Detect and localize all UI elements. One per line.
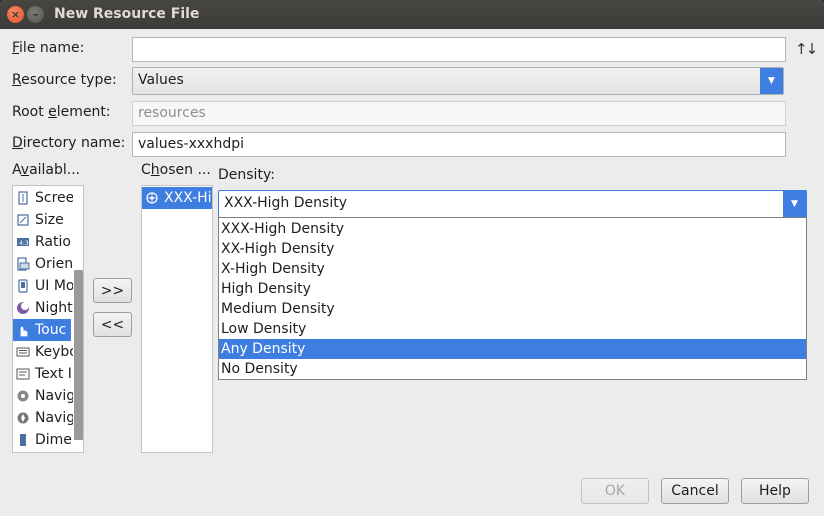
available-item[interactable]: Orien <box>13 253 74 275</box>
directory-name-label: Directory name: <box>12 135 125 151</box>
navigation-method-icon <box>16 411 30 425</box>
available-item-label: Text I <box>35 366 72 382</box>
minimize-window-button[interactable]: – <box>27 6 44 23</box>
keyboard-icon <box>16 345 30 359</box>
available-item-label: Size <box>35 212 64 228</box>
available-item[interactable]: Scree <box>13 187 75 209</box>
directory-name-label-text: irectory name: <box>22 135 126 151</box>
svg-text:4:3: 4:3 <box>19 240 29 247</box>
chosen-mnemonic: h <box>150 162 160 178</box>
orientation-icon <box>16 257 30 271</box>
density-select[interactable]: XXX-High Density ▼ <box>218 190 807 218</box>
root-element-label: Root element: <box>12 104 111 120</box>
ui-mode-icon <box>16 279 30 293</box>
available-item-label: Navig <box>35 388 76 404</box>
available-item-label: Orien <box>35 256 74 272</box>
directory-name-mnemonic: D <box>12 135 23 151</box>
available-item[interactable]: Dime <box>13 429 72 451</box>
available-item[interactable]: Touc <box>13 319 71 341</box>
chosen-item[interactable]: XXX-Hig <box>142 187 212 209</box>
available-item[interactable]: Keybo <box>13 341 78 363</box>
chosen-label-text: osen ... <box>159 162 211 178</box>
available-item[interactable]: Navig <box>13 407 75 429</box>
ok-button[interactable]: OK <box>581 478 649 504</box>
chosen-label-prefix: C <box>141 162 151 178</box>
remove-qualifier-button[interactable]: << <box>93 312 132 337</box>
directory-name-input[interactable]: values-xxxhdpi <box>132 132 786 157</box>
close-icon: × <box>10 8 21 21</box>
touch-icon <box>16 323 30 337</box>
ratio-icon: 4:3 <box>16 235 30 249</box>
available-item[interactable]: Text I <box>13 363 72 385</box>
available-qualifiers-list[interactable]: Scree Size 4:3 Ratio Orien UI Mo Night Touc Keyb… <box>12 185 84 453</box>
density-option[interactable]: No Density <box>219 359 806 379</box>
available-item-label: Keybo <box>35 344 78 360</box>
density-icon <box>145 191 159 205</box>
title-bar: × – New Resource File <box>0 0 824 29</box>
available-item[interactable]: UI Mo <box>13 275 75 297</box>
resource-type-select[interactable]: Values ▼ <box>132 67 784 95</box>
sort-order-icon[interactable]: ↑↓ <box>795 40 818 58</box>
close-window-button[interactable]: × <box>7 6 24 23</box>
density-option[interactable]: XXX-High Density <box>219 219 806 239</box>
root-element-mnemonic: e <box>48 104 57 120</box>
chosen-item-label: XXX-Hig <box>164 190 212 206</box>
chevron-down-icon[interactable]: ▼ <box>783 191 806 217</box>
cancel-button[interactable]: Cancel <box>661 478 729 504</box>
available-item[interactable]: 4:3 Ratio <box>13 231 71 253</box>
minimize-icon: – <box>32 8 39 21</box>
resource-type-label-text: esource type: <box>21 72 117 88</box>
available-qualifiers-label: Availabl... <box>12 162 80 178</box>
scrollbar-thumb[interactable] <box>74 270 83 440</box>
chosen-qualifiers-list[interactable]: XXX-Hig <box>141 185 213 453</box>
available-item-label: Navig <box>35 410 76 426</box>
density-option[interactable]: Medium Density <box>219 299 806 319</box>
density-option[interactable]: High Density <box>219 279 806 299</box>
density-selected-value: XXX-High Density <box>224 195 347 211</box>
available-item-label: Touc <box>35 322 67 338</box>
add-qualifier-button[interactable]: >> <box>93 278 132 303</box>
density-option[interactable]: Low Density <box>219 319 806 339</box>
file-name-mnemonic: F <box>12 40 20 56</box>
available-item-label: Ratio <box>35 234 71 250</box>
resource-type-value: Values <box>138 72 184 88</box>
navigation-state-icon <box>16 389 30 403</box>
available-item-label: Night <box>35 300 73 316</box>
available-item-label: UI Mo <box>35 278 75 294</box>
available-label-prefix: A <box>12 162 21 178</box>
file-name-input[interactable] <box>132 37 786 62</box>
available-label-text: ailabl... <box>29 162 81 178</box>
available-item-label: Dime <box>35 432 72 448</box>
density-label: Density: <box>218 167 275 183</box>
size-icon <box>16 213 30 227</box>
window-title: New Resource File <box>54 6 200 22</box>
chevron-down-icon[interactable]: ▼ <box>760 68 783 94</box>
root-element-label-prefix: Root <box>12 104 49 120</box>
density-dropdown-list: XXX-High Density XX-High Density X-High De… <box>218 217 807 380</box>
new-resource-file-dialog: × – New Resource File File name: ↑↓ Reso… <box>0 0 824 516</box>
chosen-qualifiers-label: Chosen ... <box>141 162 211 178</box>
help-button[interactable]: Help <box>741 478 809 504</box>
available-item-label: Scree <box>35 190 75 206</box>
screen-size-icon <box>16 191 30 205</box>
density-option[interactable]: X-High Density <box>219 259 806 279</box>
dimension-icon <box>16 433 30 447</box>
density-option[interactable]: XX-High Density <box>219 239 806 259</box>
density-option[interactable]: Any Density <box>219 339 806 359</box>
text-input-icon <box>16 367 30 381</box>
available-item[interactable]: Size <box>13 209 71 231</box>
available-item[interactable]: Navig <box>13 385 75 407</box>
file-name-label: File name: <box>12 40 84 56</box>
file-name-label-text: ile name: <box>19 40 85 56</box>
root-element-input: resources <box>132 101 786 126</box>
available-item[interactable]: Night <box>13 297 73 319</box>
resource-type-label: Resource type: <box>12 72 117 88</box>
root-element-label-text: lement: <box>56 104 111 120</box>
resource-type-mnemonic: R <box>12 72 22 88</box>
available-mnemonic: v <box>20 162 30 178</box>
night-mode-icon <box>16 301 30 315</box>
